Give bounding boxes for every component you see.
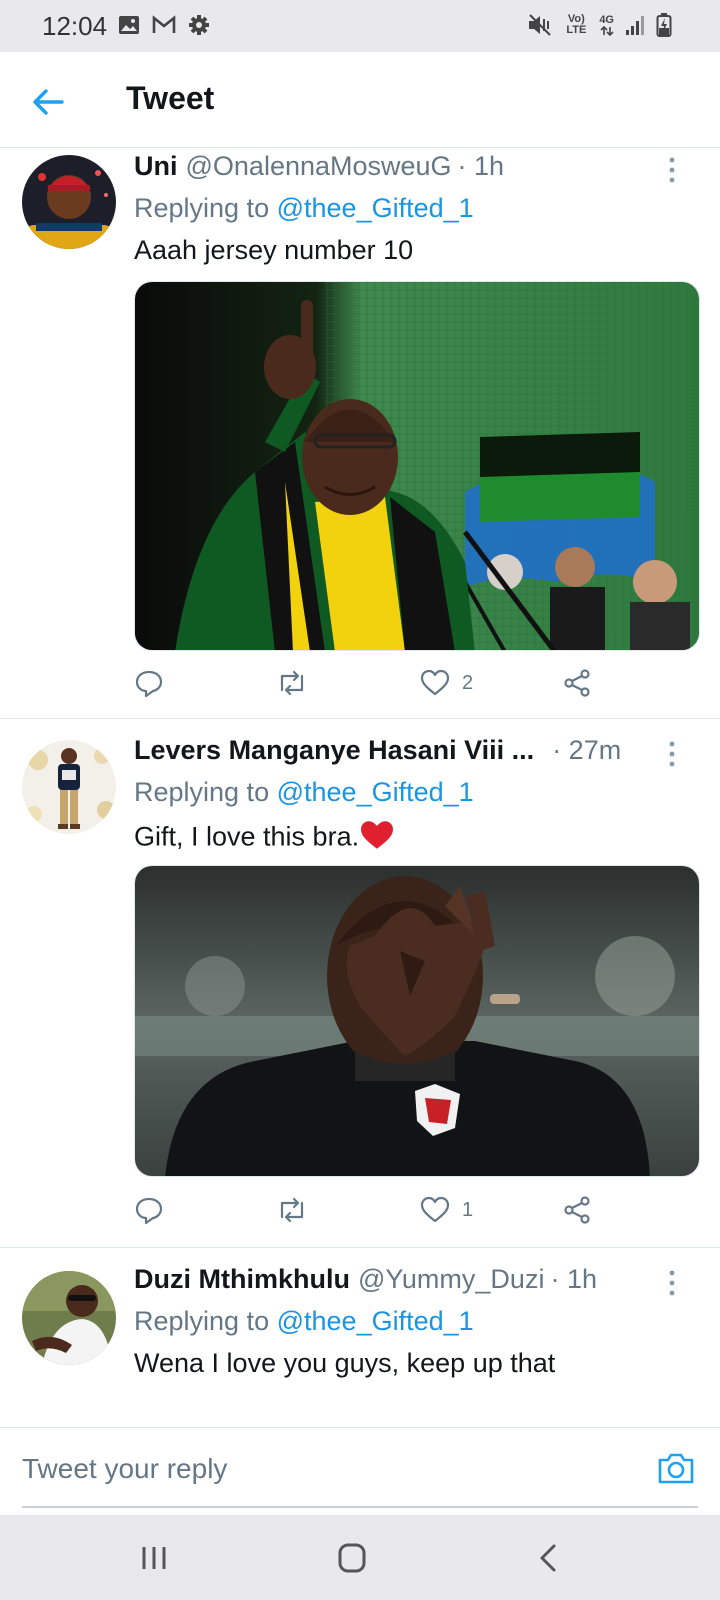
mention-link[interactable]: @thee_Gifted_1 bbox=[277, 193, 474, 223]
author-name[interactable]: Levers Manganye Hasani Viii ... bbox=[134, 735, 534, 766]
more-options-icon[interactable] bbox=[662, 1268, 682, 1298]
gmail-icon bbox=[152, 15, 176, 33]
system-nav-bar bbox=[0, 1515, 720, 1600]
network-4g-label: 4G bbox=[599, 13, 614, 26]
replying-to-label: Replying to bbox=[134, 1306, 270, 1336]
red-heart-emoji-icon bbox=[359, 819, 395, 858]
replying-to-line: Replying to @thee_Gifted_1 bbox=[134, 1306, 474, 1337]
replying-to-label: Replying to bbox=[134, 193, 270, 223]
like-button[interactable]: 2 bbox=[420, 663, 473, 703]
like-button[interactable]: 1 bbox=[420, 1190, 473, 1230]
tweet-text: Gift, I love this bra. bbox=[134, 821, 360, 852]
like-count: 1 bbox=[462, 1198, 474, 1221]
tweet-text: Aaah jersey number 10 bbox=[134, 235, 414, 265]
tweet-item[interactable]: Duzi Mthimkhulu @Yummy_Duzi · 1h Replyin… bbox=[0, 1249, 720, 1427]
signal-icon bbox=[626, 16, 644, 35]
tweet-time: · 1h bbox=[457, 151, 505, 181]
back-icon[interactable] bbox=[530, 1541, 570, 1575]
recent-apps-icon[interactable] bbox=[134, 1541, 174, 1575]
tweet-media-image[interactable] bbox=[134, 865, 700, 1177]
tweet-item[interactable]: Uni @OnalennaMosweuG · 1h Replying to @t… bbox=[0, 149, 720, 719]
share-button[interactable] bbox=[562, 1190, 592, 1230]
battery-charging-icon bbox=[656, 13, 672, 37]
replying-to-line: Replying to @thee_Gifted_1 bbox=[134, 777, 474, 808]
camera-icon[interactable] bbox=[656, 1448, 696, 1488]
avatar[interactable] bbox=[22, 740, 116, 834]
tweet-actions: 1 bbox=[134, 1190, 700, 1230]
retweet-button[interactable] bbox=[276, 663, 308, 703]
image-icon bbox=[119, 16, 139, 34]
volte-label: Vo) LTE bbox=[566, 13, 587, 36]
home-icon[interactable] bbox=[332, 1541, 372, 1575]
reply-composer-bar bbox=[0, 1427, 720, 1515]
reply-button[interactable] bbox=[134, 1190, 164, 1230]
replying-to-label: Replying to bbox=[134, 777, 270, 807]
like-count: 2 bbox=[462, 671, 474, 694]
tweet-header: Duzi Mthimkhulu @Yummy_Duzi · 1h bbox=[134, 1264, 662, 1302]
tweet-text: Wena I love you guys, keep up that bbox=[134, 1348, 556, 1378]
avatar[interactable] bbox=[22, 155, 116, 249]
share-icon bbox=[564, 1196, 590, 1224]
mute-vibrate-icon bbox=[529, 14, 552, 36]
reply-input-underline bbox=[22, 1506, 698, 1508]
photo-man-raising-finger bbox=[135, 282, 699, 650]
author-handle[interactable]: @OnalennaMosweuG bbox=[186, 151, 452, 182]
retweet-button[interactable] bbox=[276, 1190, 308, 1230]
status-bar: 12:04 Vo) LTE 4G bbox=[0, 0, 720, 52]
top-app-bar: Tweet bbox=[0, 52, 720, 148]
retweet-icon bbox=[280, 1197, 304, 1223]
back-arrow-icon[interactable] bbox=[28, 82, 68, 122]
reply-icon bbox=[135, 670, 163, 698]
share-icon bbox=[564, 669, 590, 697]
mention-link[interactable]: @thee_Gifted_1 bbox=[277, 777, 474, 807]
more-options-icon[interactable] bbox=[662, 155, 682, 185]
share-button[interactable] bbox=[562, 663, 592, 703]
heart-icon bbox=[420, 1196, 450, 1223]
reply-button[interactable] bbox=[134, 663, 164, 703]
retweet-icon bbox=[280, 670, 304, 696]
tweet-media-image[interactable] bbox=[134, 281, 700, 651]
author-name[interactable]: Uni bbox=[134, 151, 178, 182]
tweet-text-line: Gift, I love this bra. bbox=[134, 819, 690, 858]
status-time: 12:04 bbox=[42, 11, 108, 41]
tweet-actions: 2 bbox=[134, 663, 700, 703]
author-name[interactable]: Duzi Mthimkhulu bbox=[134, 1264, 350, 1295]
data-arrows-icon bbox=[600, 25, 614, 36]
heart-icon bbox=[420, 669, 450, 696]
tweet-header: Uni @OnalennaMosweuG · 1h bbox=[134, 151, 662, 189]
tweet-item[interactable]: Levers Manganye Hasani Viii ... · 27m Re… bbox=[0, 720, 720, 1248]
tweet-time: · 27m bbox=[552, 735, 622, 765]
reply-icon bbox=[135, 1197, 163, 1225]
tweet-header: Levers Manganye Hasani Viii ... · 27m bbox=[134, 735, 662, 773]
photo-man-heart-hands bbox=[135, 866, 699, 1176]
page-title: Tweet bbox=[126, 80, 215, 116]
mention-link[interactable]: @thee_Gifted_1 bbox=[277, 1306, 474, 1336]
replying-to-line: Replying to @thee_Gifted_1 bbox=[134, 193, 474, 224]
reply-input[interactable] bbox=[22, 1446, 622, 1492]
settings-gear-icon bbox=[189, 15, 209, 35]
tweet-time: · 1h bbox=[550, 1264, 597, 1294]
author-handle[interactable]: @Yummy_Duzi bbox=[358, 1264, 544, 1295]
avatar[interactable] bbox=[22, 1271, 116, 1365]
more-options-icon[interactable] bbox=[662, 739, 682, 769]
reply-timeline[interactable]: Uni @OnalennaMosweuG · 1h Replying to @t… bbox=[0, 149, 720, 1427]
